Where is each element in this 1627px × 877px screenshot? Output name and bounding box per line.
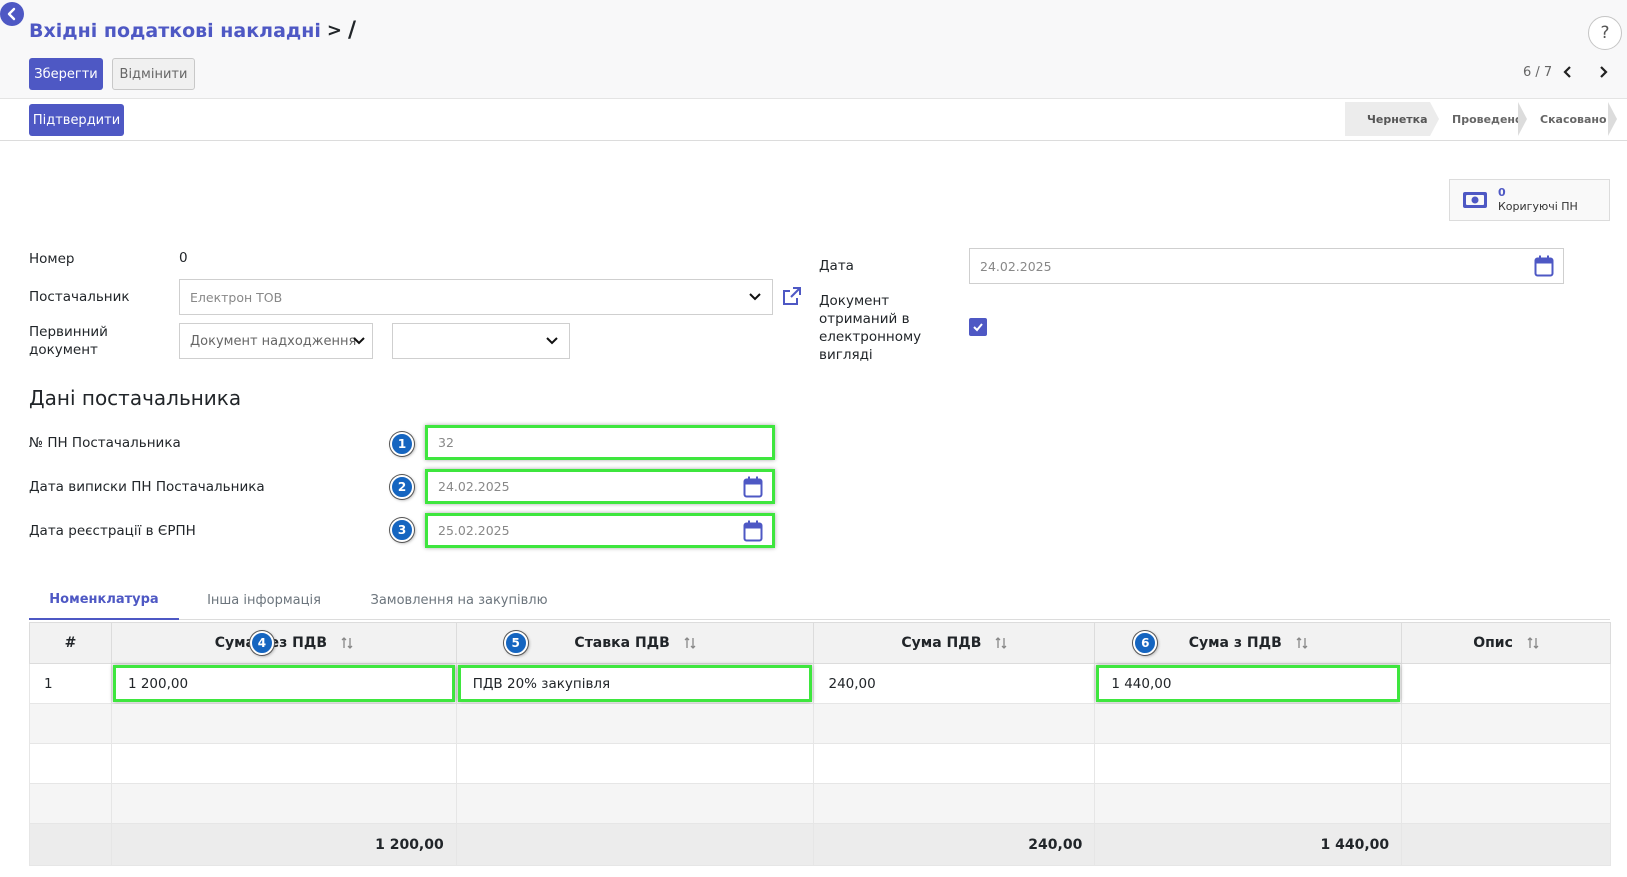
breadcrumb-current: /	[347, 18, 357, 43]
money-icon	[1463, 192, 1487, 208]
corrective-invoices-count: 0	[1498, 186, 1506, 199]
back-icon[interactable]	[0, 2, 24, 26]
vat-rate-cell[interactable]: ПДВ 20% закупівля	[455, 663, 815, 704]
annotation-badge-1: 1	[390, 432, 414, 456]
calendar-icon[interactable]	[743, 476, 763, 498]
status-stages: Чернетка Проведено Скасовано	[1345, 102, 1617, 136]
supplier-label: Постачальник	[29, 289, 130, 305]
total-amount-no-vat: 1 200,00	[110, 823, 457, 866]
annotation-badge-2: 2	[390, 475, 414, 499]
tab-purchase-orders[interactable]: Замовлення на закупівлю	[349, 580, 569, 620]
discard-button[interactable]: Відмінити	[112, 58, 195, 90]
annotation-badge-6: 6	[1133, 631, 1158, 655]
stage-cancelled[interactable]: Скасовано	[1518, 102, 1617, 136]
sort-icon[interactable]	[1527, 636, 1539, 650]
amount-no-vat-value: 1 200,00	[112, 665, 455, 702]
confirm-button[interactable]: Підтвердити	[29, 104, 124, 136]
registration-date-label: Дата реєстрації в ЄРПН	[29, 523, 196, 539]
sort-icon[interactable]	[684, 636, 696, 650]
amount-no-vat-cell[interactable]: 1 200,00	[110, 663, 457, 704]
primary-doc-type-select[interactable]: Документ надходження	[179, 323, 373, 359]
annotation-badge-3: 3	[390, 518, 414, 542]
supplier-invoice-no-input[interactable]: 32	[425, 425, 775, 460]
total-amount-with-vat: 1 440,00	[1094, 823, 1403, 866]
supplier-invoice-no-value: 32	[438, 435, 454, 450]
column-header-number: #	[29, 622, 112, 664]
external-link-icon[interactable]	[781, 285, 803, 307]
number-value: 0	[179, 250, 188, 266]
column-header-amount-with-vat[interactable]: 6 Сума з ПДВ	[1094, 622, 1403, 664]
tab-other-info[interactable]: Інша інформація	[179, 580, 349, 620]
electronic-doc-label: Документ отриманий в електронному вигляд…	[819, 293, 922, 363]
registration-date-field[interactable]: 25.02.2025	[425, 513, 775, 548]
pager-value: 6 / 7	[1523, 65, 1553, 80]
vat-amount-cell[interactable]: 240,00	[813, 663, 1096, 704]
help-button[interactable]: ?	[1588, 16, 1622, 50]
control-panel	[0, 0, 1627, 99]
primary-doc-select[interactable]	[392, 323, 570, 359]
breadcrumb-parent-link[interactable]: Вхідні податкові накладні	[29, 20, 321, 42]
issue-date-value: 24.02.2025	[438, 479, 510, 494]
vat-rate-value: ПДВ 20% закупівля	[457, 665, 813, 702]
amount-with-vat-cell[interactable]: 1 440,00	[1094, 663, 1403, 704]
total-vat-amount: 240,00	[813, 823, 1096, 866]
chevron-right-icon[interactable]	[1593, 62, 1613, 82]
stage-draft[interactable]: Чернетка	[1345, 102, 1439, 136]
empty-row	[29, 743, 1611, 784]
stage-posted[interactable]: Проведено	[1430, 102, 1527, 136]
date-field[interactable]: 24.02.2025	[969, 248, 1564, 284]
annotation-badge-5: 5	[503, 631, 528, 655]
column-header-vat-amount[interactable]: Сума ПДВ	[813, 622, 1096, 664]
notebook-tabs: Номенклатура Інша інформація Замовлення …	[29, 580, 1610, 620]
corrective-invoices-label: Коригуючі ПН	[1498, 200, 1578, 213]
primary-doc-type-value: Документ надходження	[190, 333, 357, 349]
table-header-row: # 4 Сума без ПДВ 5 Ставка ПДВ Сума ПДВ 6…	[29, 622, 1611, 664]
invoice-lines-table: # 4 Сума без ПДВ 5 Ставка ПДВ Сума ПДВ 6…	[29, 622, 1611, 866]
date-value: 24.02.2025	[980, 258, 1052, 274]
date-label: Дата	[819, 258, 854, 274]
column-header-vat-rate[interactable]: 5 Ставка ПДВ	[455, 622, 815, 664]
breadcrumb: Вхідні податкові накладні > /	[29, 18, 356, 43]
supplier-select[interactable]: Електрон ТОВ	[179, 279, 773, 315]
primary-doc-label: Первинний документ	[29, 324, 108, 358]
supplier-section-title: Дані постачальника	[29, 386, 242, 410]
empty-row	[29, 703, 1611, 744]
number-label: Номер	[29, 251, 75, 267]
empty-row	[29, 783, 1611, 824]
checkmark-icon	[973, 323, 983, 332]
sort-icon[interactable]	[995, 636, 1007, 650]
sort-icon[interactable]	[1296, 636, 1308, 650]
save-button[interactable]: Зберегти	[29, 58, 103, 90]
description-cell[interactable]	[1401, 663, 1611, 704]
issue-date-field[interactable]: 24.02.2025	[425, 469, 775, 504]
supplier-invoice-no-label: № ПН Постачальника	[29, 435, 181, 451]
chevron-down-icon	[353, 337, 365, 345]
issue-date-label: Дата виписки ПН Постачальника	[29, 479, 265, 495]
breadcrumb-separator: >	[326, 20, 342, 41]
chevron-down-icon	[749, 293, 761, 301]
row-number-cell: 1	[29, 663, 112, 704]
totals-row: 1 200,00 240,00 1 440,00	[29, 823, 1611, 866]
sort-icon[interactable]	[341, 636, 353, 650]
electronic-doc-checkbox[interactable]	[969, 318, 987, 336]
registration-date-value: 25.02.2025	[438, 523, 510, 538]
calendar-icon[interactable]	[1534, 255, 1554, 277]
chevron-down-icon	[546, 337, 558, 345]
supplier-value: Електрон ТОВ	[190, 289, 283, 305]
calendar-icon[interactable]	[743, 520, 763, 542]
table-row[interactable]: 1 1 200,00 ПДВ 20% закупівля 240,00 1 44…	[29, 663, 1611, 704]
annotation-badge-4: 4	[249, 631, 274, 655]
tab-nomenclature[interactable]: Номенклатура	[29, 580, 179, 620]
chevron-left-icon[interactable]	[1558, 62, 1578, 82]
column-header-amount-no-vat[interactable]: 4 Сума без ПДВ	[110, 622, 457, 664]
amount-with-vat-value: 1 440,00	[1096, 665, 1401, 702]
column-header-description[interactable]: Опис	[1401, 622, 1611, 664]
corrective-invoices-button[interactable]: 0 Коригуючі ПН	[1449, 179, 1610, 221]
